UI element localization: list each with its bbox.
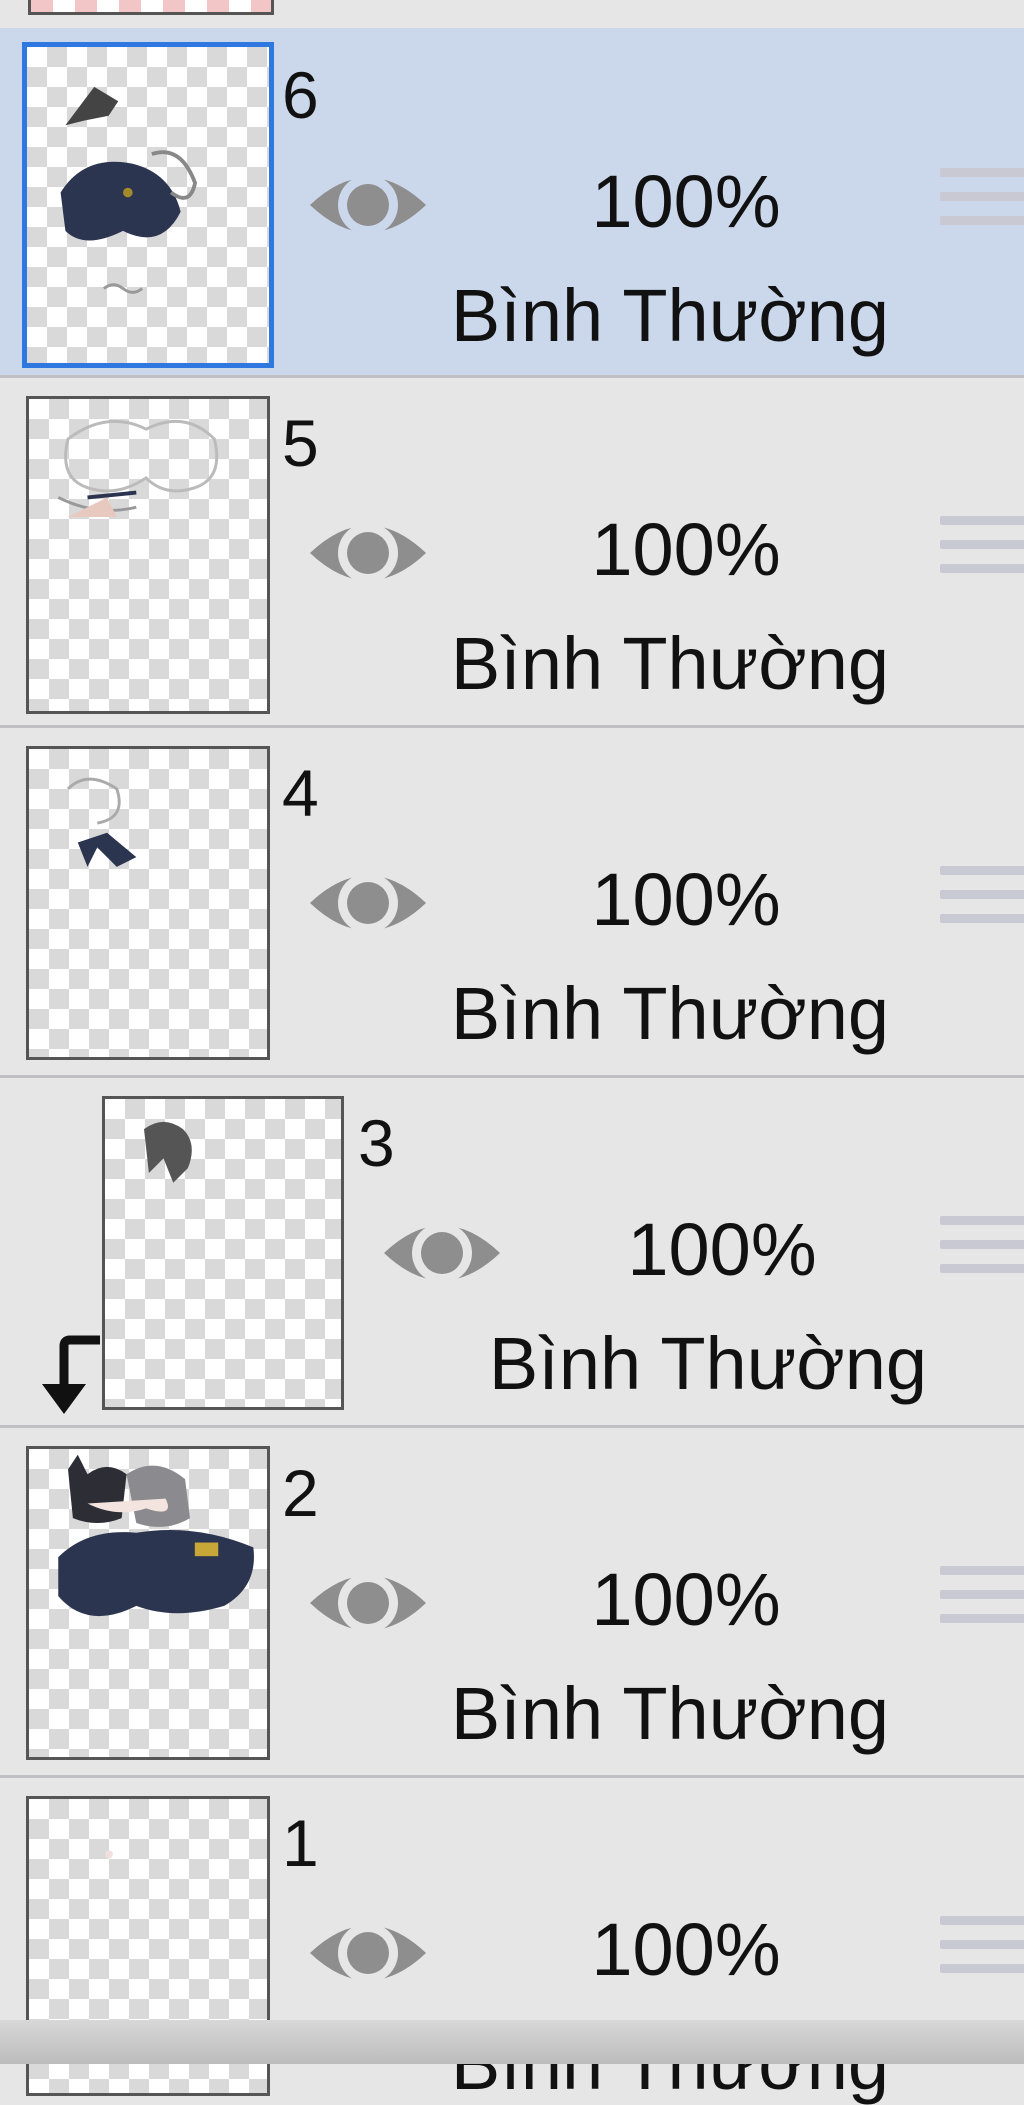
drag-handle-icon[interactable] (940, 1216, 1024, 1296)
layer-opacity[interactable]: 100% (536, 162, 836, 242)
clipping-arrow-icon (42, 1335, 100, 1414)
layer-number: 5 (282, 406, 319, 480)
layer-thumbnail[interactable] (102, 1096, 344, 1410)
layer-row-3[interactable]: 3 100% Bình Thường (0, 1078, 1024, 1428)
thumbnail-artwork (58, 1454, 254, 1617)
layer-blend-mode[interactable]: Bình Thường (410, 624, 930, 704)
layer-opacity[interactable]: 100% (572, 1210, 872, 1290)
layer-row-4[interactable]: 4 100% Bình Thường (0, 728, 1024, 1078)
eye-icon[interactable] (306, 1558, 430, 1648)
thumbnail-artwork (144, 1121, 192, 1183)
layer-number: 4 (282, 756, 319, 830)
layer-opacity[interactable]: 100% (536, 510, 836, 590)
layer-blend-mode[interactable]: Bình Thường (410, 1674, 930, 1754)
layer-thumbnail[interactable] (26, 1446, 270, 1760)
layer-row-2[interactable]: 2 100% Bình Thường (0, 1428, 1024, 1778)
eye-icon[interactable] (306, 1908, 430, 1998)
layer-thumbnail[interactable] (26, 746, 270, 1060)
layer-thumbnail[interactable] (26, 396, 270, 714)
drag-handle-icon[interactable] (940, 516, 1024, 596)
layer-opacity[interactable]: 100% (536, 860, 836, 940)
layer-blend-mode[interactable]: Bình Thường (448, 1324, 968, 1404)
layer-row-5[interactable]: 5 100% Bình Thường (0, 378, 1024, 728)
layer-blend-mode[interactable]: Bình Thường (410, 974, 930, 1054)
layer-opacity[interactable]: 100% (536, 1910, 836, 1990)
layer-thumbnail[interactable] (22, 42, 274, 368)
layer-thumbnail-partial (28, 0, 274, 15)
panel-bottom-edge (0, 2020, 1024, 2064)
drag-handle-icon[interactable] (940, 1566, 1024, 1646)
layer-row-6[interactable]: 6 100% Bình Thường (0, 28, 1024, 378)
drag-handle-icon[interactable] (940, 1916, 1024, 1996)
thumbnail-artwork (60, 86, 198, 294)
layer-number: 6 (282, 58, 319, 132)
drag-handle-icon[interactable] (940, 866, 1024, 946)
layer-number: 2 (282, 1456, 319, 1530)
eye-icon[interactable] (306, 508, 430, 598)
drag-handle-icon[interactable] (940, 168, 1024, 248)
layer-opacity[interactable]: 100% (536, 1560, 836, 1640)
layer-blend-mode[interactable]: Bình Thường (410, 276, 930, 356)
previous-layer-row-partial[interactable] (0, 0, 1024, 31)
thumbnail-artwork (66, 777, 137, 867)
eye-icon[interactable] (380, 1208, 504, 1298)
layer-number: 3 (358, 1106, 395, 1180)
layers-panel: 6 100% Bình Thường 5 100% Bình Thường 4 … (0, 0, 1024, 2104)
eye-icon[interactable] (306, 858, 430, 948)
eye-icon[interactable] (306, 160, 430, 250)
thumbnail-artwork (57, 419, 219, 517)
layer-number: 1 (282, 1806, 319, 1880)
